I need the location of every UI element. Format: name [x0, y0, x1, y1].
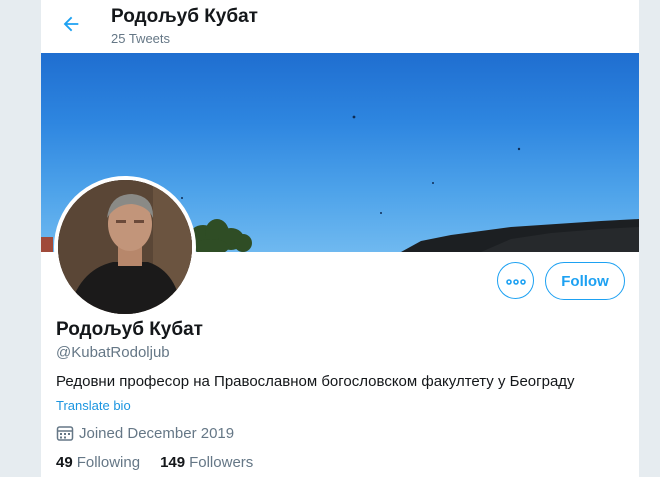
joined-date-text: Joined December 2019 — [79, 424, 235, 442]
followers-label: Followers — [189, 454, 254, 471]
followers-link[interactable]: 149 Followers — [160, 454, 253, 471]
profile-bio: Редовни професор на Православном богосло… — [56, 373, 575, 390]
followers-count: 149 — [160, 454, 186, 471]
profile-stats: 49 Following 149 Followers — [56, 454, 273, 471]
more-horizontal-icon — [505, 272, 526, 290]
calendar-icon — [56, 424, 74, 442]
more-options-button[interactable] — [497, 262, 534, 299]
back-button[interactable] — [55, 10, 87, 42]
header-tweet-count: 25 Tweets — [111, 31, 171, 46]
following-count: 49 — [56, 454, 73, 471]
arrow-left-icon — [60, 13, 82, 40]
joined-date: Joined December 2019 — [56, 424, 234, 442]
profile-handle: @KubatRodoljub — [56, 344, 170, 361]
following-link[interactable]: 49 Following — [56, 454, 140, 471]
following-label: Following — [76, 454, 141, 471]
translate-bio-link[interactable]: Translate bio — [56, 398, 131, 413]
profile-header-bar: Родољуб Кубат 25 Tweets — [41, 0, 639, 53]
profile-avatar[interactable] — [54, 176, 196, 318]
follow-button[interactable]: Follow — [545, 262, 625, 300]
header-display-name: Родољуб Кубат — [111, 6, 258, 27]
profile-column: Родољуб Кубат 25 Tweets Follow Родољуб К… — [40, 0, 640, 477]
profile-display-name: Родољуб Кубат — [56, 319, 203, 340]
